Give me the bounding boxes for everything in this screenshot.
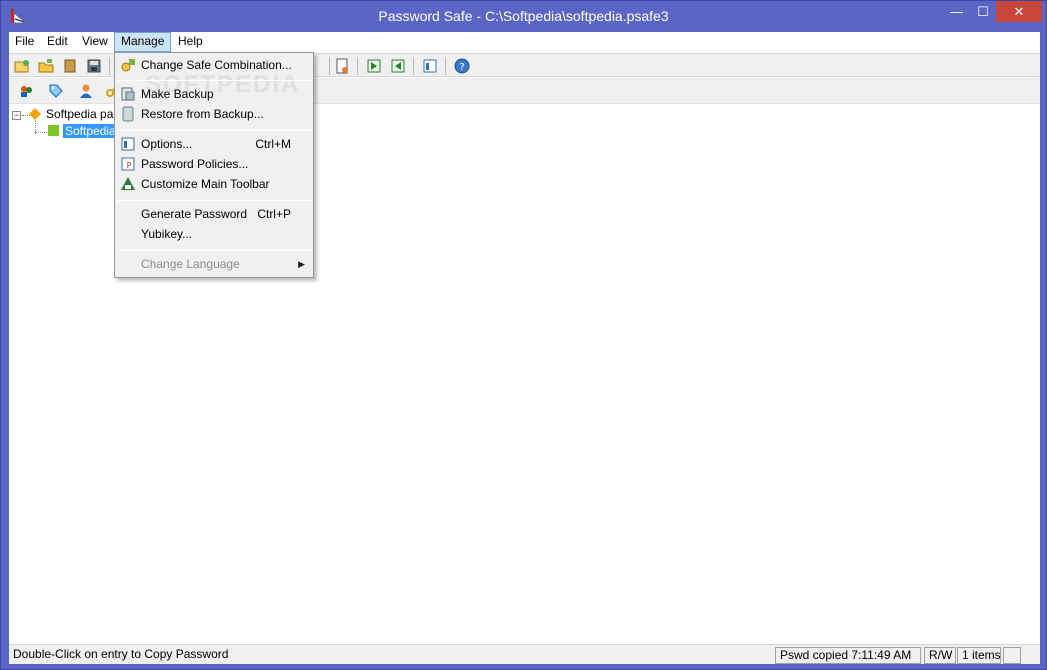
tree-expander[interactable]: −	[12, 111, 21, 120]
menu-separator	[117, 250, 311, 251]
menu-help[interactable]: Help	[172, 32, 209, 52]
status-empty-pane	[1003, 647, 1021, 664]
menu-options[interactable]: Options... Ctrl+M	[117, 134, 311, 154]
menu-yubikey[interactable]: Yubikey...	[117, 224, 311, 244]
svg-text:?: ?	[459, 62, 464, 73]
manage-dropdown-menu: SOFTPEDIA Change Safe Combination... Mak…	[114, 52, 314, 278]
menu-restore-from-backup[interactable]: Restore from Backup...	[117, 104, 311, 124]
maximize-button[interactable]: ☐	[970, 1, 996, 22]
menu-customize-main-toolbar[interactable]: Customize Main Toolbar	[117, 174, 311, 194]
menu-change-safe-combination[interactable]: Change Safe Combination...	[117, 55, 311, 75]
import-icon[interactable]	[365, 57, 383, 75]
help-icon[interactable]: ?	[453, 57, 471, 75]
tree-entry-selected[interactable]: Softpedia	[63, 124, 118, 138]
tree-connector	[35, 132, 47, 133]
title-bar[interactable]: Password Safe - C:\Softpedia\softpedia.p…	[1, 1, 1046, 32]
menu-separator	[117, 200, 311, 201]
restore-icon	[120, 106, 136, 122]
status-mode: R/W	[924, 647, 956, 664]
status-copied: Pswd copied 7:11:49 AM	[775, 647, 921, 664]
status-bar: Double-Click on entry to Copy Password P…	[9, 644, 1040, 664]
tag-icon[interactable]	[47, 82, 65, 100]
tree-root-group[interactable]: Softpedia pa	[46, 107, 113, 121]
menu-change-language[interactable]: Change Language ▶	[117, 254, 311, 274]
backup-icon	[120, 86, 136, 102]
toolbar-separator	[357, 57, 358, 75]
add-group-icon[interactable]	[17, 82, 35, 100]
save-icon[interactable]	[85, 57, 103, 75]
toolbar-customize-icon	[120, 176, 136, 192]
close-button[interactable]: ✕	[996, 1, 1042, 22]
options-icon	[120, 136, 136, 152]
status-count: 1 items	[957, 647, 1001, 664]
app-window: Password Safe - C:\Softpedia\softpedia.p…	[0, 0, 1047, 670]
menu-view[interactable]: View	[76, 32, 114, 52]
menu-password-policies[interactable]: P Password Policies...	[117, 154, 311, 174]
menu-edit[interactable]: Edit	[41, 32, 74, 52]
menu-make-backup[interactable]: Make Backup	[117, 84, 311, 104]
toolbar-separator	[109, 57, 110, 75]
menu-manage[interactable]: Manage	[114, 32, 172, 52]
close-safe-icon[interactable]	[61, 57, 79, 75]
menu-file[interactable]: File	[9, 32, 40, 52]
menu-separator	[117, 80, 311, 81]
submenu-arrow-icon: ▶	[298, 259, 305, 269]
svg-text:P: P	[127, 161, 132, 170]
minimize-button[interactable]: —	[943, 1, 970, 22]
export-icon[interactable]	[389, 57, 407, 75]
entry-green-square-icon	[48, 125, 59, 136]
toolbar-separator	[445, 57, 446, 75]
window-title: Password Safe - C:\Softpedia\softpedia.p…	[378, 8, 669, 24]
menu-bar: File Edit View Manage Help	[9, 32, 1040, 52]
key-lock-icon	[120, 57, 136, 73]
open-safe-icon[interactable]	[37, 57, 55, 75]
menu-separator	[117, 130, 311, 131]
new-safe-icon[interactable]	[13, 57, 31, 75]
database-icon[interactable]	[421, 57, 439, 75]
toolbar-separator	[329, 57, 330, 75]
user-icon[interactable]	[77, 82, 95, 100]
status-hint: Double-Click on entry to Copy Password	[13, 647, 229, 661]
toolbar-separator	[413, 57, 414, 75]
policy-icon: P	[120, 156, 136, 172]
menu-generate-password[interactable]: Generate Password Ctrl+P	[117, 204, 311, 224]
properties-icon[interactable]	[333, 57, 351, 75]
